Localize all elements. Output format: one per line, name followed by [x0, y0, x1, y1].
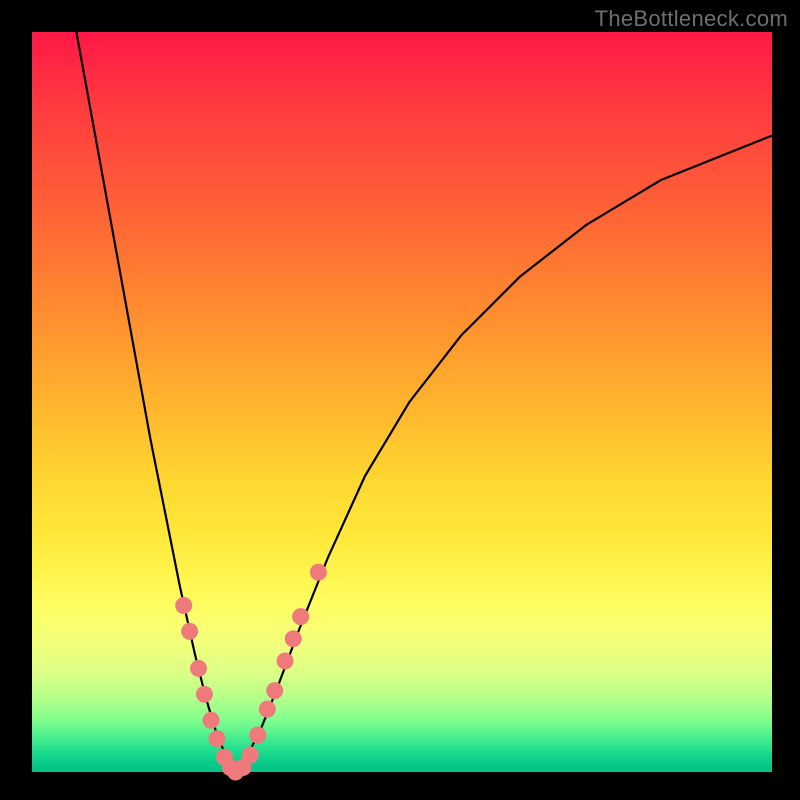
data-marker: [266, 682, 283, 699]
data-marker: [190, 660, 207, 677]
data-marker: [181, 623, 198, 640]
data-markers: [175, 564, 327, 781]
watermark-text: TheBottleneck.com: [595, 6, 788, 32]
data-marker: [292, 608, 309, 625]
data-marker: [259, 701, 276, 718]
curve-right: [236, 136, 773, 772]
data-marker: [277, 653, 294, 670]
data-marker: [249, 727, 266, 744]
curve-left: [76, 32, 235, 772]
chart-svg: [32, 32, 772, 772]
data-marker: [310, 564, 327, 581]
data-marker: [209, 730, 226, 747]
data-marker: [203, 712, 220, 729]
chart-frame: TheBottleneck.com: [0, 0, 800, 800]
data-marker: [285, 630, 302, 647]
data-marker: [196, 686, 213, 703]
data-marker: [242, 746, 259, 763]
data-marker: [175, 597, 192, 614]
